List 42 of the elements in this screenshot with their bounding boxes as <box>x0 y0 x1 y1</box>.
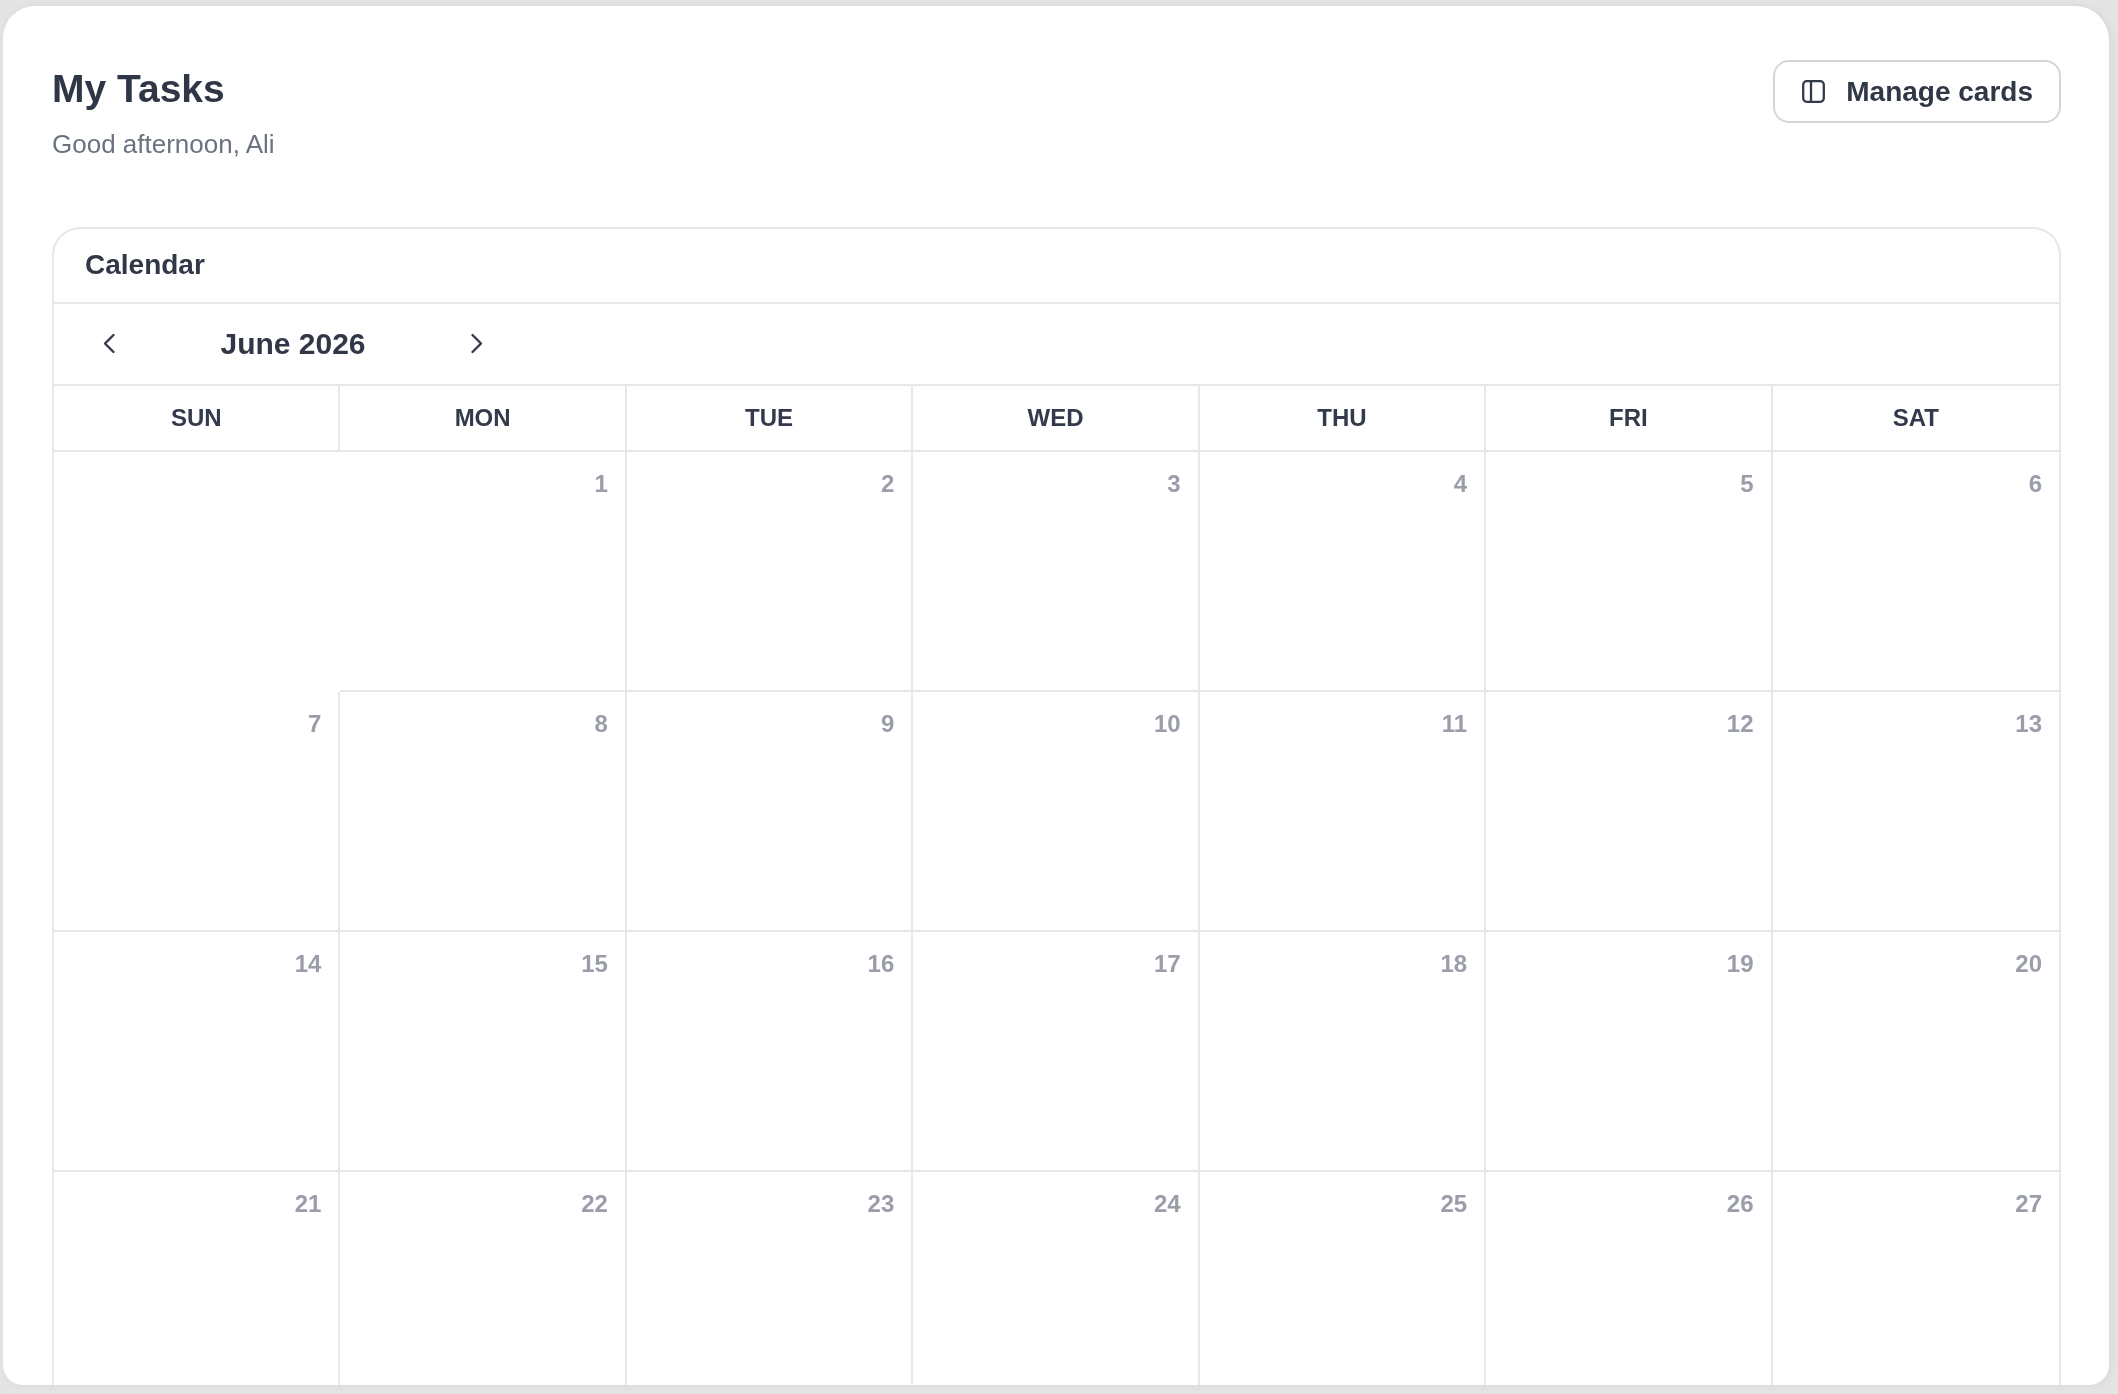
weekday-label: WED <box>1027 403 1084 432</box>
day-number: 8 <box>594 709 608 738</box>
day-number: 15 <box>581 949 608 978</box>
day-number: 2 <box>880 469 895 498</box>
day-number: 21 <box>294 1189 322 1218</box>
day-number: 11 <box>1441 709 1468 738</box>
day-number: 1 <box>594 469 608 498</box>
chevron-left-icon <box>102 333 116 355</box>
day-number: 24 <box>1154 1189 1181 1218</box>
chevron-right-icon <box>470 333 484 355</box>
weekday-label: TUE <box>745 403 794 432</box>
page-title: My Tasks <box>52 66 226 112</box>
manage-cards-button[interactable]: Manage cards <box>1773 60 2061 123</box>
day-number: 19 <box>1726 949 1754 978</box>
day-number: 4 <box>1453 469 1468 498</box>
day-number: 16 <box>867 949 895 978</box>
greeting-text: Good afternoon, Ali <box>52 127 275 161</box>
day-number: 25 <box>1440 1189 1468 1218</box>
day-number: 12 <box>1726 709 1754 738</box>
day-number: 9 <box>880 709 895 738</box>
day-number: 14 <box>294 949 322 978</box>
day-number: 26 <box>1726 1189 1754 1218</box>
month-label: June 2026 <box>220 326 366 361</box>
day-number: 7 <box>308 709 322 738</box>
day-number: 23 <box>867 1189 895 1218</box>
weekday-label: MON <box>454 403 511 432</box>
sidebar-icon <box>1802 80 1826 103</box>
weekday-label: FRI <box>1609 403 1648 432</box>
day-number: 18 <box>1440 949 1468 978</box>
day-number: 22 <box>581 1189 608 1218</box>
day-number: 5 <box>1740 469 1754 498</box>
day-number: 20 <box>2015 949 2042 978</box>
day-number: 27 <box>2015 1189 2042 1218</box>
day-number: 3 <box>1167 469 1181 498</box>
day-number: 6 <box>2028 469 2042 498</box>
day-number: 10 <box>1154 709 1181 738</box>
weekday-label: SUN <box>170 403 222 432</box>
day-number: 13 <box>2015 709 2042 738</box>
card-title: Calendar <box>85 249 205 282</box>
weekday-label: SAT <box>1892 403 1939 432</box>
weekday-label: THU <box>1317 403 1367 432</box>
day-number: 17 <box>1154 949 1181 978</box>
